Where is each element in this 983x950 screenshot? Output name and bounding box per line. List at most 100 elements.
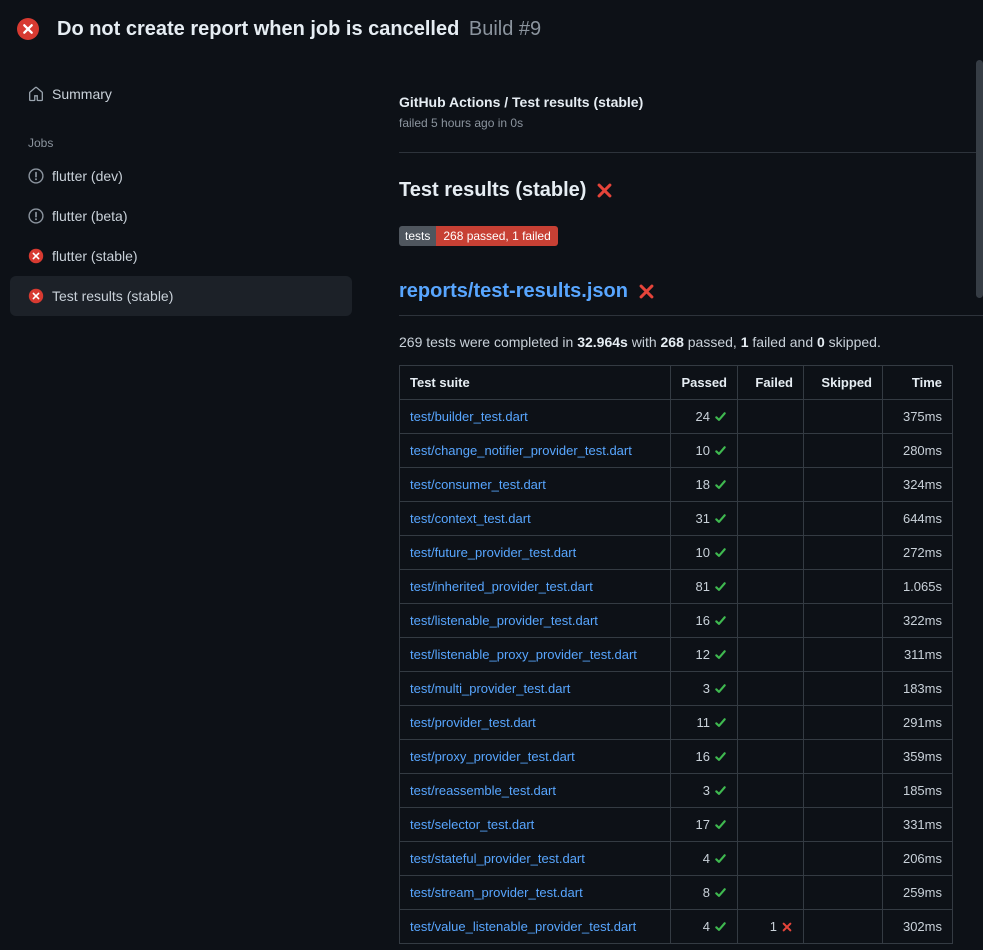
result-row: test/inherited_provider_test.dart811.065… xyxy=(400,570,953,604)
suite-link[interactable]: test/provider_test.dart xyxy=(410,715,536,730)
failed-cell xyxy=(738,434,804,468)
report-link[interactable]: reports/test-results.json xyxy=(399,280,628,303)
failed-cell xyxy=(738,400,804,434)
neutral-icon xyxy=(28,168,44,184)
check-icon xyxy=(714,852,727,865)
skipped-cell xyxy=(804,672,883,706)
passed-cell: 3 xyxy=(671,672,738,706)
summary-text: with xyxy=(628,334,661,350)
skipped-cell xyxy=(804,604,883,638)
skipped-cell xyxy=(804,876,883,910)
result-row: test/multi_provider_test.dart3183ms xyxy=(400,672,953,706)
passed-count: 10 xyxy=(696,443,710,458)
suite-link[interactable]: test/consumer_test.dart xyxy=(410,477,546,492)
suite-link[interactable]: test/multi_provider_test.dart xyxy=(410,681,570,696)
failed-cell xyxy=(738,570,804,604)
passed-cell: 10 xyxy=(671,434,738,468)
badge-value: 268 passed, 1 failed xyxy=(436,226,557,246)
skipped-cell xyxy=(804,740,883,774)
passed-count: 16 xyxy=(696,749,710,764)
column-header-skipped: Skipped xyxy=(804,366,883,400)
passed-count: 18 xyxy=(696,477,710,492)
suite-link[interactable]: test/listenable_provider_test.dart xyxy=(410,613,598,628)
suite-link[interactable]: test/proxy_provider_test.dart xyxy=(410,749,575,764)
passed-cell: 81 xyxy=(671,570,738,604)
failed-cell xyxy=(738,740,804,774)
time-cell: 272ms xyxy=(883,536,953,570)
skipped-cell xyxy=(804,808,883,842)
suite-link[interactable]: test/inherited_provider_test.dart xyxy=(410,579,593,594)
sidebar-item-flutter-stable[interactable]: flutter (stable) xyxy=(10,236,352,276)
suite-link[interactable]: test/stream_provider_test.dart xyxy=(410,885,583,900)
job-label: Test results (stable) xyxy=(52,288,173,304)
passed-count: 12 xyxy=(696,647,710,662)
passed-cell: 24 xyxy=(671,400,738,434)
scrollbar-thumb[interactable] xyxy=(976,60,983,298)
check-icon xyxy=(714,410,727,423)
skipped-cell xyxy=(804,638,883,672)
breadcrumb: GitHub Actions / Test results (stable) xyxy=(399,94,983,110)
failed-x-icon xyxy=(596,182,613,199)
time-cell: 291ms xyxy=(883,706,953,740)
check-icon xyxy=(714,444,727,457)
jobs-list: flutter (dev) flutter (beta) flutter (stab… xyxy=(0,156,362,316)
skipped-cell xyxy=(804,910,883,944)
passed-cell: 8 xyxy=(671,876,738,910)
time-cell: 359ms xyxy=(883,740,953,774)
check-icon xyxy=(714,886,727,899)
job-label: flutter (beta) xyxy=(52,208,127,224)
check-icon xyxy=(714,750,727,763)
failed-cell xyxy=(738,536,804,570)
result-row: test/stream_provider_test.dart8259ms xyxy=(400,876,953,910)
suite-cell: test/stream_provider_test.dart xyxy=(400,876,671,910)
result-row: test/stateful_provider_test.dart4206ms xyxy=(400,842,953,876)
suite-link[interactable]: test/context_test.dart xyxy=(410,511,531,526)
suite-cell: test/inherited_provider_test.dart xyxy=(400,570,671,604)
passed-count: 16 xyxy=(696,613,710,628)
summary-value: 268 xyxy=(661,334,684,350)
result-row: test/context_test.dart31644ms xyxy=(400,502,953,536)
passed-count: 8 xyxy=(703,885,710,900)
suite-link[interactable]: test/reassemble_test.dart xyxy=(410,783,556,798)
suite-cell: test/change_notifier_provider_test.dart xyxy=(400,434,671,468)
result-row: test/consumer_test.dart18324ms xyxy=(400,468,953,502)
skipped-cell xyxy=(804,434,883,468)
summary-text: 269 tests were completed in xyxy=(399,334,577,350)
suite-cell: test/provider_test.dart xyxy=(400,706,671,740)
summary-text: failed and xyxy=(749,334,818,350)
result-row: test/selector_test.dart17331ms xyxy=(400,808,953,842)
suite-link[interactable]: test/selector_test.dart xyxy=(410,817,534,832)
sidebar-item-flutter-dev[interactable]: flutter (dev) xyxy=(10,156,352,196)
failed-cell: 1 xyxy=(738,910,804,944)
result-row: test/proxy_provider_test.dart 16 359ms xyxy=(400,740,953,774)
divider xyxy=(399,152,983,153)
suite-cell: test/multi_provider_test.dart xyxy=(400,672,671,706)
suite-cell: test/value_listenable_provider_test.dart xyxy=(400,910,671,944)
skipped-cell xyxy=(804,400,883,434)
passed-count: 4 xyxy=(703,851,710,866)
sidebar-item-summary[interactable]: Summary xyxy=(10,74,352,114)
suite-link[interactable]: test/builder_test.dart xyxy=(410,409,528,424)
suite-cell: test/proxy_provider_test.dart xyxy=(400,740,671,774)
suite-cell: test/future_provider_test.dart xyxy=(400,536,671,570)
suite-cell: test/listenable_proxy_provider_test.dart xyxy=(400,638,671,672)
failed-icon xyxy=(28,248,44,264)
check-icon xyxy=(714,580,727,593)
section-title: Test results (stable) xyxy=(399,179,983,202)
suite-link[interactable]: test/value_listenable_provider_test.dart xyxy=(410,919,636,934)
result-row: test/future_provider_test.dart10272ms xyxy=(400,536,953,570)
run-title-text: Do not create report when job is cancell… xyxy=(57,18,459,40)
passed-count: 24 xyxy=(696,409,710,424)
home-icon xyxy=(28,86,44,102)
suite-link[interactable]: test/listenable_proxy_provider_test.dart xyxy=(410,647,637,662)
skipped-cell xyxy=(804,842,883,876)
time-cell: 644ms xyxy=(883,502,953,536)
check-icon xyxy=(714,648,727,661)
sidebar-item-test-results-stable[interactable]: Test results (stable) xyxy=(10,276,352,316)
suite-link[interactable]: test/change_notifier_provider_test.dart xyxy=(410,443,632,458)
sidebar-item-flutter-beta[interactable]: flutter (beta) xyxy=(10,196,352,236)
suite-cell: test/builder_test.dart xyxy=(400,400,671,434)
results-body: test/builder_test.dart24375mstest/change… xyxy=(400,400,953,944)
suite-link[interactable]: test/stateful_provider_test.dart xyxy=(410,851,585,866)
suite-link[interactable]: test/future_provider_test.dart xyxy=(410,545,576,560)
